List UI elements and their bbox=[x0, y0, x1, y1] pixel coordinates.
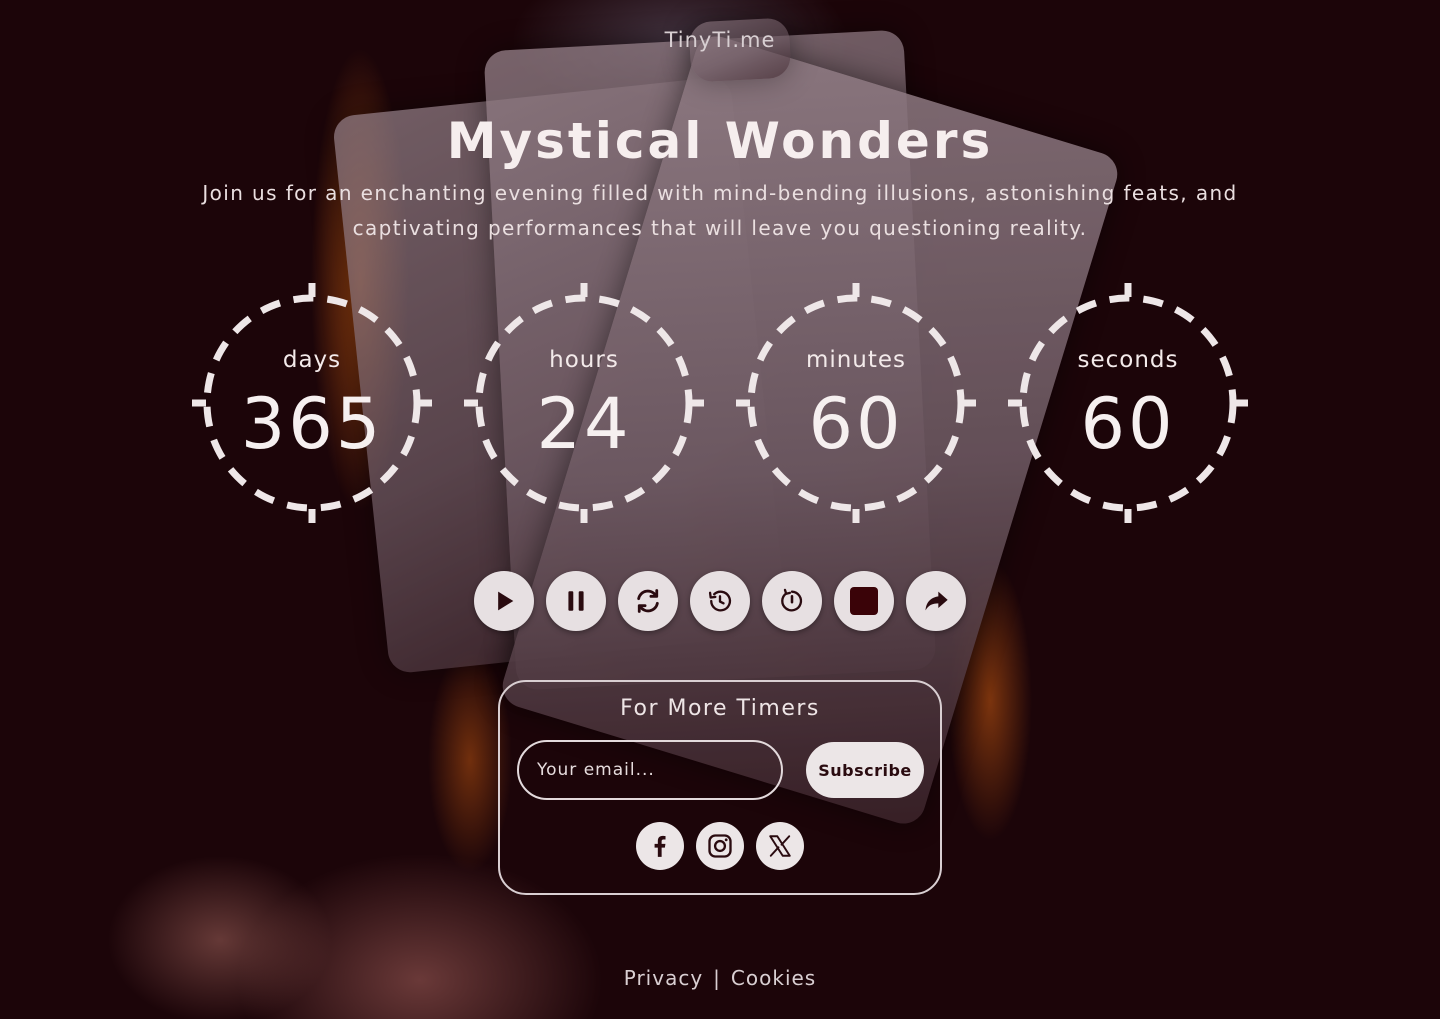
instagram-icon bbox=[708, 834, 732, 858]
subscribe-title: For More Timers bbox=[620, 696, 820, 721]
footer-separator: | bbox=[713, 966, 721, 990]
countdown-days: days 365 bbox=[192, 283, 432, 523]
countdown: days 365 hours 24 minutes 60 seconds 60 bbox=[192, 283, 1248, 523]
countdown-value: 60 bbox=[808, 383, 904, 465]
countdown-minutes: minutes 60 bbox=[736, 283, 976, 523]
countdown-label: minutes bbox=[805, 347, 907, 373]
facebook-link[interactable] bbox=[636, 822, 684, 870]
restart-button[interactable] bbox=[618, 571, 678, 631]
pause-button[interactable] bbox=[546, 571, 606, 631]
countdown-label: hours bbox=[549, 347, 619, 373]
email-field[interactable] bbox=[517, 740, 783, 800]
countdown-seconds: seconds 60 bbox=[1008, 283, 1248, 523]
stop-icon bbox=[850, 587, 878, 615]
instagram-link[interactable] bbox=[696, 822, 744, 870]
social-links bbox=[636, 822, 804, 870]
facebook-icon bbox=[654, 835, 666, 857]
countdown-value: 60 bbox=[1080, 383, 1176, 465]
event-description: Join us for an enchanting evening filled… bbox=[202, 181, 1238, 240]
subscribe-panel: For More Timers Subscribe bbox=[498, 680, 942, 895]
subscribe-button[interactable]: Subscribe bbox=[806, 742, 924, 798]
refresh-icon bbox=[637, 589, 659, 613]
pause-icon bbox=[568, 591, 584, 611]
stop-button[interactable] bbox=[834, 571, 894, 631]
x-twitter-link[interactable] bbox=[756, 822, 804, 870]
play-icon bbox=[498, 591, 514, 611]
play-button[interactable] bbox=[474, 571, 534, 631]
timer-reset-icon bbox=[781, 588, 803, 612]
cookies-link[interactable]: Cookies bbox=[731, 966, 816, 990]
timer-controls bbox=[474, 571, 966, 631]
countdown-value: 24 bbox=[536, 383, 632, 465]
site-logo-link[interactable]: TinyTi.me bbox=[0, 28, 1440, 52]
share-icon bbox=[925, 591, 948, 611]
footer: Privacy | Cookies bbox=[0, 966, 1440, 990]
x-twitter-icon bbox=[769, 835, 791, 857]
countdown-label: seconds bbox=[1077, 347, 1179, 373]
countdown-hours: hours 24 bbox=[464, 283, 704, 523]
share-button[interactable] bbox=[906, 571, 966, 631]
countdown-value: 365 bbox=[240, 383, 384, 465]
countdown-label: days bbox=[282, 347, 342, 373]
page-title: Mystical Wonders bbox=[446, 112, 994, 170]
history-button[interactable] bbox=[690, 571, 750, 631]
reset-button[interactable] bbox=[762, 571, 822, 631]
history-icon bbox=[708, 590, 732, 612]
privacy-link[interactable]: Privacy bbox=[624, 966, 703, 990]
